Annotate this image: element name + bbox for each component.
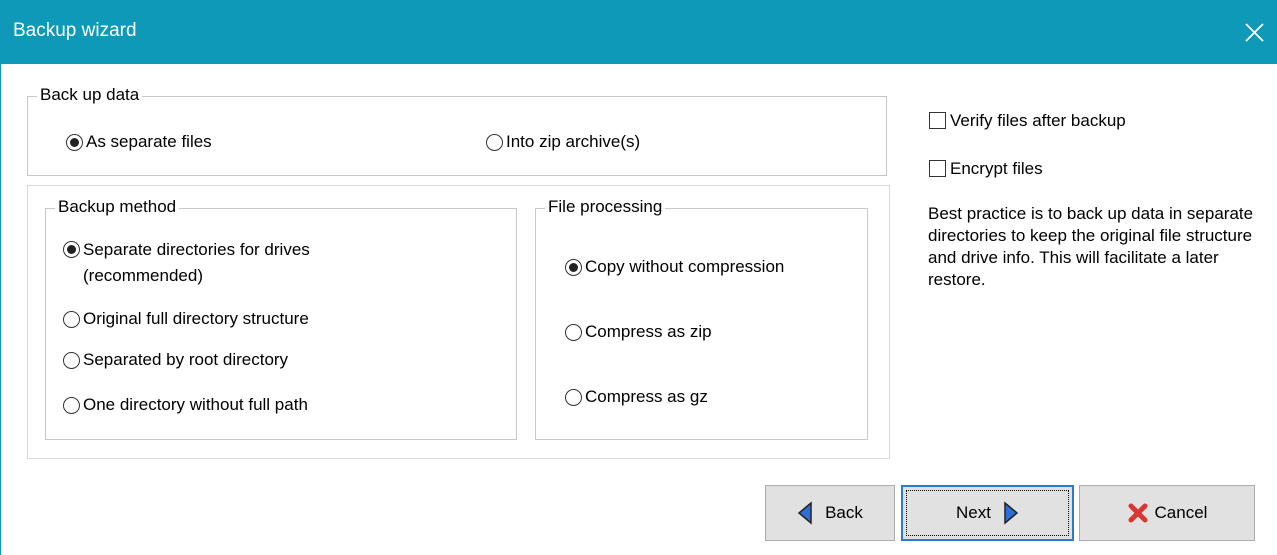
radio-indicator[interactable]	[486, 134, 503, 151]
back-up-data-legend: Back up data	[37, 85, 143, 105]
radio-label: Separated by root directory	[83, 350, 289, 369]
radio-separated-by-root[interactable]: Separated by root directory	[63, 350, 288, 370]
radio-label: As separate files	[86, 132, 212, 151]
radio-into-zip-archives[interactable]: Into zip archive(s)	[486, 132, 640, 152]
window-border	[0, 64, 1, 555]
file-processing-group: File processing Copy without compression…	[535, 197, 868, 440]
radio-indicator[interactable]	[63, 241, 80, 258]
radio-label: Original full directory structure	[83, 309, 309, 328]
back-up-data-group: Back up data As separate files Into zip …	[27, 85, 887, 176]
radio-indicator[interactable]	[565, 389, 582, 406]
arrow-left-icon	[797, 501, 812, 525]
radio-label: One directory without full path	[83, 395, 308, 414]
back-button-label: Back	[825, 503, 863, 522]
radio-one-directory[interactable]: One directory without full path	[63, 395, 308, 415]
radio-indicator[interactable]	[63, 397, 80, 414]
radio-label: Compress as zip	[585, 322, 712, 341]
checkbox-label: Encrypt files	[950, 159, 1043, 178]
radio-compress-zip[interactable]: Compress as zip	[565, 322, 712, 342]
radio-compress-gz[interactable]: Compress as gz	[565, 387, 708, 407]
radio-label: Copy without compression	[585, 257, 785, 276]
arrow-right-icon	[1004, 501, 1019, 525]
radio-copy-without-compression[interactable]: Copy without compression	[565, 257, 784, 277]
title-bar: Backup wizard	[0, 0, 1277, 64]
radio-indicator[interactable]	[66, 134, 83, 151]
radio-original-full-structure[interactable]: Original full directory structure	[63, 309, 309, 329]
checkbox-indicator[interactable]	[929, 160, 946, 177]
next-button[interactable]: Next	[901, 485, 1074, 541]
radio-label: Separate directories for drives (recomme…	[83, 240, 310, 285]
radio-indicator[interactable]	[63, 311, 80, 328]
file-processing-legend: File processing	[545, 197, 666, 217]
radio-indicator[interactable]	[63, 352, 80, 369]
radio-indicator[interactable]	[565, 259, 582, 276]
cancel-button[interactable]: Cancel	[1079, 485, 1255, 541]
close-icon	[1245, 23, 1264, 42]
backup-method-group: Backup method Separate directories for d…	[45, 197, 517, 440]
radio-label: Into zip archive(s)	[506, 132, 641, 151]
radio-separate-directories[interactable]: Separate directories for drives (recomme…	[63, 239, 403, 289]
checkbox-indicator[interactable]	[929, 112, 946, 129]
backup-method-legend: Backup method	[55, 197, 180, 217]
back-button[interactable]: Back	[765, 485, 895, 541]
radio-indicator[interactable]	[565, 324, 582, 341]
checkbox-label: Verify files after backup	[950, 111, 1126, 130]
window-title: Backup wizard	[13, 20, 137, 41]
cancel-x-icon	[1128, 503, 1148, 523]
radio-as-separate-files[interactable]: As separate files	[66, 132, 212, 152]
best-practice-hint: Best practice is to back up data in sepa…	[928, 204, 1254, 289]
verify-files-checkbox[interactable]: Verify files after backup	[929, 111, 1126, 131]
encrypt-files-checkbox[interactable]: Encrypt files	[929, 159, 1043, 179]
radio-label: Compress as gz	[585, 387, 708, 406]
next-button-label: Next	[956, 503, 991, 522]
close-button[interactable]	[1231, 0, 1277, 64]
cancel-button-label: Cancel	[1154, 503, 1208, 522]
